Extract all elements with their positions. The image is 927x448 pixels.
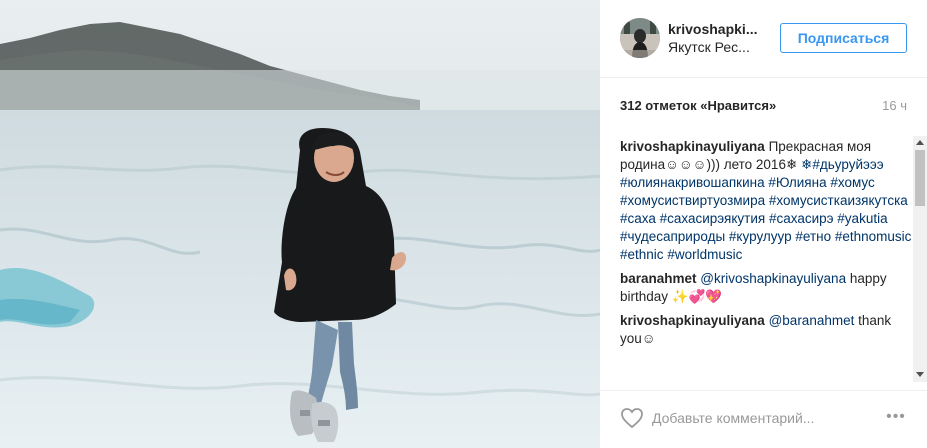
caption: krivoshapkinayuliyana Прекрасная моя род… xyxy=(620,138,912,264)
scroll-up-arrow-icon[interactable] xyxy=(916,140,924,145)
comment-mention[interactable]: @krivoshapkinayuliyana xyxy=(700,271,846,286)
hashtag[interactable]: #сахасирэ xyxy=(769,211,834,226)
hashtag[interactable]: ❄#дьуруйэээ xyxy=(801,157,884,172)
hashtag[interactable]: #Юлияна xyxy=(768,175,826,190)
scrollbar-thumb[interactable] xyxy=(915,150,925,206)
hashtag[interactable]: #сахасирэякутия xyxy=(660,211,766,226)
comment-mention[interactable]: @baranahmet xyxy=(769,313,855,328)
scroll-down-arrow-icon[interactable] xyxy=(916,372,924,377)
heart-outline-icon[interactable] xyxy=(620,407,644,429)
likes-count[interactable]: 312 отметок «Нравится» xyxy=(620,98,776,113)
comments-scrollbar[interactable] xyxy=(913,136,927,382)
ellipsis-icon[interactable]: ••• xyxy=(882,405,910,429)
comment-username[interactable]: baranahmet xyxy=(620,271,697,286)
hashtag[interactable]: #хомус xyxy=(830,175,874,190)
hashtag[interactable]: #курулуур xyxy=(729,229,792,244)
hashtag[interactable]: #ethnomusic xyxy=(835,229,912,244)
comment-item: krivoshapkinayuliyana @baranahmet thank … xyxy=(620,312,912,348)
avatar-image xyxy=(620,18,660,58)
follow-button[interactable]: Подписаться xyxy=(780,23,907,53)
post-author-username[interactable]: krivoshapki... xyxy=(668,21,757,37)
comment-username[interactable]: krivoshapkinayuliyana xyxy=(620,313,765,328)
hashtag[interactable]: #хомусисткаизякутска xyxy=(769,193,908,208)
hashtag[interactable]: #ethnic xyxy=(620,247,664,262)
hashtag[interactable]: #yakutia xyxy=(837,211,887,226)
hashtag[interactable]: #юлиянакривошапкина xyxy=(620,175,765,190)
hashtag[interactable]: #worldmusic xyxy=(667,247,742,262)
hashtag[interactable]: #хомусиствиртуозмира xyxy=(620,193,765,208)
add-comment-section: ••• xyxy=(600,390,927,448)
caption-username[interactable]: krivoshapkinayuliyana xyxy=(620,139,765,154)
avatar[interactable] xyxy=(620,18,660,58)
post-details-panel: krivoshapki... Якутск Рес... Подписаться… xyxy=(600,0,927,448)
comments-list: krivoshapkinayuliyana Прекрасная моя род… xyxy=(620,138,912,382)
photo-image xyxy=(0,0,600,448)
post-photo[interactable] xyxy=(0,0,600,448)
caption-hashtags: ❄#дьуруйэээ #юлиянакривошапкина #Юлияна … xyxy=(620,157,911,262)
comment-input[interactable] xyxy=(652,407,872,429)
post-location[interactable]: Якутск Рес... xyxy=(668,39,750,55)
post-header: krivoshapki... Якутск Рес... Подписаться xyxy=(600,0,927,78)
hashtag[interactable]: #чудесаприроды xyxy=(620,229,725,244)
hashtag[interactable]: #етно xyxy=(795,229,831,244)
post-time[interactable]: 16 ч xyxy=(882,98,907,113)
hashtag[interactable]: #саха xyxy=(620,211,656,226)
comment-item: baranahmet @krivoshapkinayuliyana happy … xyxy=(620,270,912,306)
